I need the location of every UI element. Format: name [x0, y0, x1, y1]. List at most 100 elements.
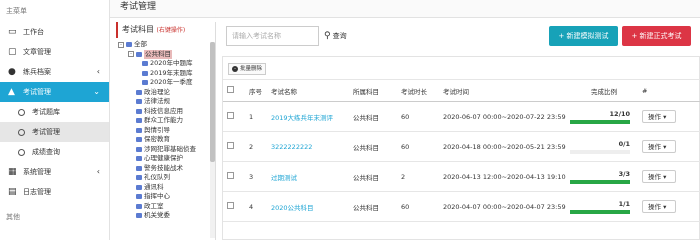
tree-title: 考试科目 (右键操作) — [116, 22, 215, 38]
subject-tree: - 全部 - 公共科目 2020年中题库 2019年末题库 2020年一季度 政… — [116, 38, 215, 221]
progress: 12/10 — [570, 110, 630, 124]
row-checkbox[interactable] — [227, 142, 234, 149]
row-subject: 公共科目 — [349, 191, 397, 222]
grid-icon: ▦ — [8, 166, 17, 177]
monitor-icon: ▭ — [8, 26, 17, 37]
tree-node[interactable]: 2020年中题库 — [116, 59, 215, 69]
row-progress-cell: 12/10 — [566, 101, 638, 132]
row-progress-cell: 1/1 — [566, 191, 638, 222]
sidebar-item-exam-management[interactable]: ▲ 考试管理 ⌄ — [0, 82, 109, 102]
collapse-icon[interactable]: - — [118, 41, 124, 48]
folder-icon — [142, 61, 148, 67]
header-time: 考试时间 — [439, 79, 566, 102]
tree-node-label: 法律法规 — [144, 97, 170, 105]
tree-scrollbar[interactable] — [210, 42, 215, 238]
folder-icon — [136, 51, 142, 57]
tree-node[interactable]: 涉网犯罪基础侦查 — [116, 145, 215, 155]
actions-dropdown[interactable]: 操作 ▾ — [642, 140, 676, 153]
tree-node-selected[interactable]: - 公共科目 — [116, 49, 215, 59]
exam-name-link[interactable]: 过期测试 — [271, 174, 297, 182]
row-duration: 60 — [397, 131, 439, 162]
document-icon: ▢ — [8, 46, 17, 57]
tree-node[interactable]: 政工室 — [116, 202, 215, 212]
folder-icon — [142, 80, 148, 86]
table-row: 1 2019大练兵年末测评 公共科目 60 2020-06-07 00:00~2… — [223, 101, 700, 132]
sidebar: 主菜单 ▭ 工作台 ▢ 文章管理 ● 练兵档案 ‹ ▲ 考试管理 ⌄ 考试题库 … — [0, 0, 110, 240]
caret-down-icon: ▾ — [663, 113, 667, 121]
row-duration: 2 — [397, 161, 439, 192]
tree-node[interactable]: 机关党委 — [116, 211, 215, 221]
tree-node[interactable]: 政治理论 — [116, 88, 215, 98]
actions-dropdown[interactable]: 操作 ▾ — [642, 200, 676, 213]
exam-table-panel: - 批量删除 序号 考试名称 所属科目 考试时长 考试时间 完成比例 # 1 2… — [222, 56, 700, 240]
tree-node-label: 礼仪队列 — [144, 173, 170, 181]
new-mock-test-button[interactable]: + 新建模拟测试 — [549, 26, 618, 46]
tree-node[interactable]: 法律法规 — [116, 97, 215, 107]
tree-node[interactable]: 礼仪队列 — [116, 173, 215, 183]
table-row: 3 过期测试 公共科目 2 2020-04-13 12:00~2020-04-1… — [223, 161, 700, 192]
tree-node[interactable]: 警务技能战术 — [116, 164, 215, 174]
folder-icon — [136, 137, 142, 143]
tree-node-label: 警务技能战术 — [144, 163, 183, 172]
sidebar-item-articles[interactable]: ▢ 文章管理 — [0, 42, 109, 62]
select-all-checkbox[interactable] — [227, 86, 234, 93]
row-subject: 公共科目 — [349, 161, 397, 192]
sidebar-item-system[interactable]: ▦ 系统管理 ‹ — [0, 162, 109, 182]
toolbar: 请输入考试名称 ⚲ 查询 + 新建模拟测试 + 新建正式考试 — [222, 22, 700, 50]
row-no: 2 — [245, 131, 267, 162]
search-button[interactable]: ⚲ 查询 — [324, 26, 347, 46]
tree-node[interactable]: 保密教育 — [116, 135, 215, 145]
tree-node[interactable]: 通讯科 — [116, 183, 215, 193]
sidebar-item-logs[interactable]: ▤ 日志管理 — [0, 182, 109, 202]
tree-node[interactable]: 群众工作能力 — [116, 116, 215, 126]
sidebar-item-label: 练兵档案 — [23, 68, 51, 76]
sidebar-item-label: 工作台 — [23, 28, 44, 36]
row-checkbox[interactable] — [227, 172, 234, 179]
sidebar-subitem-question-bank[interactable]: 考试题库 — [0, 102, 109, 122]
caret-down-icon: ▾ — [663, 143, 667, 151]
tree-node[interactable]: 2020年一季度 — [116, 78, 215, 88]
tree-node[interactable]: 指挥中心 — [116, 192, 215, 202]
actions-dropdown[interactable]: 操作 ▾ — [642, 170, 676, 183]
actions-dropdown[interactable]: 操作 ▾ — [642, 110, 676, 123]
search-button-label: 查询 — [332, 32, 347, 40]
row-name-cell: 2019大练兵年末测评 — [267, 101, 349, 132]
row-subject: 公共科目 — [349, 101, 397, 132]
tree-node[interactable]: 心理健康保护 — [116, 154, 215, 164]
progress-fill — [570, 119, 630, 124]
bulk-delete-label: 批量删除 — [240, 65, 263, 72]
sidebar-item-label: 系统管理 — [23, 168, 51, 176]
progress: 0/1 — [570, 140, 630, 154]
tree-hint: (右键操作) — [156, 27, 186, 34]
row-checkbox[interactable] — [227, 202, 234, 209]
tree-node-label: 2020年中题库 — [150, 59, 193, 67]
collapse-icon[interactable]: - — [128, 51, 134, 58]
row-checkbox[interactable] — [227, 112, 234, 119]
tree-node[interactable]: 科技信息应用 — [116, 107, 215, 117]
sidebar-subitem-label: 考试管理 — [32, 128, 60, 136]
tree-node-root[interactable]: - 全部 — [116, 40, 215, 50]
bulk-delete-button[interactable]: - 批量删除 — [228, 63, 267, 75]
progress-text: 0/1 — [618, 139, 630, 148]
search-input[interactable]: 请输入考试名称 — [226, 26, 319, 46]
row-duration: 60 — [397, 191, 439, 222]
tree-node[interactable]: 2019年末题库 — [116, 69, 215, 79]
sidebar-item-dashboard[interactable]: ▭ 工作台 — [0, 22, 109, 42]
tree-node-label: 群众工作能力 — [144, 116, 183, 124]
sidebar-item-training-archive[interactable]: ● 练兵档案 ‹ — [0, 62, 109, 82]
header-actions: # — [638, 79, 700, 102]
tree-node[interactable]: 舆情引导 — [116, 126, 215, 136]
header-subject: 所属科目 — [349, 79, 397, 102]
scrollbar-thumb[interactable] — [210, 42, 215, 162]
sidebar-subitem-score-query[interactable]: 成绩查询 — [0, 142, 109, 162]
sidebar-subitem-exam-management[interactable]: 考试管理 — [0, 122, 109, 142]
folder-icon — [136, 127, 142, 133]
row-checkbox-cell — [223, 191, 245, 222]
exam-name-link[interactable]: 3222222222 — [271, 143, 312, 151]
sidebar-item-label: 文章管理 — [23, 48, 51, 56]
exam-name-link[interactable]: 2020公共科目 — [271, 204, 314, 212]
tree-node-label: 涉网犯罪基础侦查 — [144, 144, 196, 153]
exam-name-link[interactable]: 2019大练兵年末测评 — [271, 114, 333, 122]
search-icon: ⚲ — [324, 31, 331, 41]
new-formal-exam-button[interactable]: + 新建正式考试 — [622, 26, 691, 46]
